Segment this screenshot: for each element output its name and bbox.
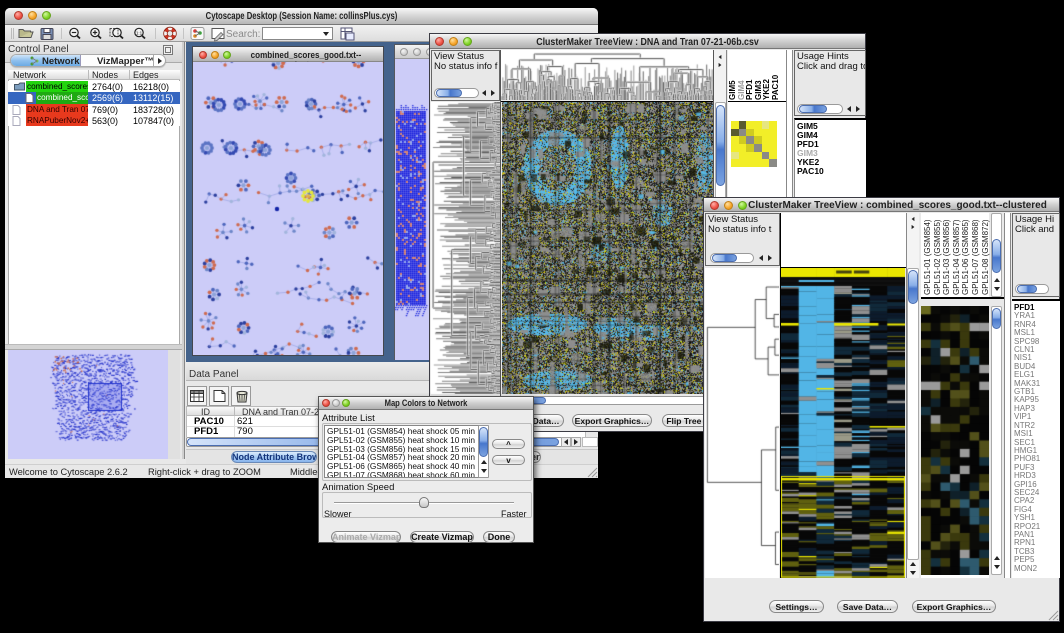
svg-text:1:1: 1:1: [136, 31, 143, 36]
